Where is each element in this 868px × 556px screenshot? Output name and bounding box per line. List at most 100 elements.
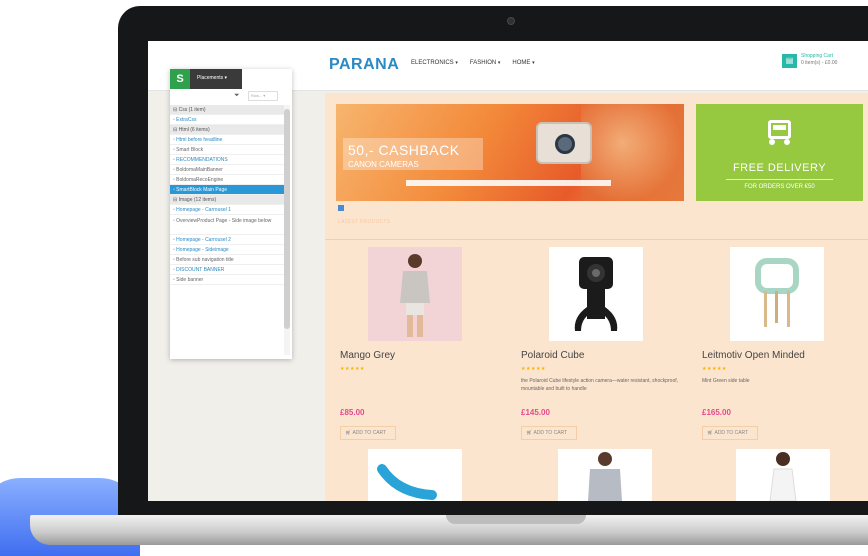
truck-wheel <box>784 139 790 145</box>
nav-fashion[interactable]: FASHION ▾ <box>470 60 501 66</box>
placements-panel: S Placements ▾ ⏷ Row... ▾ ⊟ Css (1 item)… <box>170 69 292 359</box>
placement-item[interactable]: ▫ BoldomaRecoEngine <box>170 175 284 185</box>
cart-detail: 0 item(s) - £0.00 <box>801 60 838 66</box>
product-price: £85.00 <box>340 408 365 417</box>
section-title: LATEST PRODUCTS <box>338 219 391 225</box>
add-to-cart-button[interactable]: 🛒︎ ADD TO CART <box>521 426 577 440</box>
cart-icon: 🛒︎ <box>707 430 714 436</box>
placement-label: Homepage - Carrousel 1 <box>176 207 231 213</box>
panel-title: Placements <box>197 75 224 81</box>
filter-icon[interactable]: ⏷ <box>234 92 240 100</box>
product-image[interactable] <box>730 247 824 341</box>
caret-down-icon: ▾ <box>532 60 535 66</box>
delivery-divider <box>726 179 833 180</box>
polaroid-cube-icon <box>549 247 643 341</box>
caret-down-icon: ▾ <box>497 60 501 66</box>
dress-figure-icon <box>769 452 797 501</box>
add-to-cart-label: ADD TO CART <box>714 430 749 436</box>
row-select-value: Row... <box>251 93 263 98</box>
row-select[interactable]: Row... ▾ <box>248 91 278 101</box>
placement-label: Before sub navigation title <box>176 257 234 263</box>
placement-item[interactable]: ▫ BoldomaMainBanner <box>170 165 284 175</box>
placement-label: DISCOUNT BANNER <box>176 267 225 273</box>
scrollbar-thumb[interactable] <box>284 109 290 329</box>
free-delivery-banner[interactable]: FREE DELIVERY FOR ORDERS OVER €50 <box>696 104 863 201</box>
product-image[interactable] <box>558 449 652 501</box>
placement-item[interactable]: ▫ RECOMMENDATIONS <box>170 155 284 165</box>
nav-label: ELECTRONICS <box>411 60 454 66</box>
caret-down-icon: ▾ <box>455 60 458 66</box>
product-image[interactable] <box>368 449 462 501</box>
placement-label: Css (1 item) <box>178 107 206 113</box>
placement-item[interactable]: ▫ Homepage - Carrousel 2 <box>170 235 284 245</box>
placements-list: ⊟ Css (1 item) ▫ ExtraCss ⊟ Html (6 items)… <box>170 105 284 285</box>
placement-label: Homepage - Sideimage <box>176 247 229 253</box>
product-name[interactable]: Mango Grey <box>340 350 395 361</box>
product-image[interactable] <box>549 247 643 341</box>
placement-item[interactable]: ▫ Homepage - Sideimage <box>170 245 284 255</box>
placements-dropdown[interactable]: Placements ▾ <box>197 75 227 81</box>
banner-bar <box>406 180 611 186</box>
add-to-cart-label: ADD TO CART <box>352 430 387 436</box>
store-logo[interactable]: PARANA <box>329 56 399 74</box>
placement-item[interactable]: ▫ OverviewProduct Page - Side image belo… <box>170 215 284 235</box>
panel-header: S Placements ▾ <box>170 69 242 89</box>
main-nav: ELECTRONICS ▾ FASHION ▾ HOME ▾ <box>411 60 535 66</box>
placement-item[interactable]: ▫ SmartBlock Main Page <box>170 185 284 195</box>
product-image[interactable] <box>736 449 830 501</box>
placement-item[interactable]: ▫ Before sub navigation title <box>170 255 284 265</box>
carousel-indicator[interactable] <box>338 205 344 211</box>
placement-label: Image (12 items) <box>178 197 217 203</box>
delivery-subtitle: FOR ORDERS OVER €50 <box>744 184 815 190</box>
truck-wheel <box>769 139 775 145</box>
shopping-cart[interactable]: Shopping Cart 0 item(s) - £0.00 <box>801 53 837 67</box>
product-image[interactable] <box>368 247 462 341</box>
placement-item[interactable]: ▫ ExtraCss <box>170 115 284 125</box>
stage: PARANA ELECTRONICS ▾ FASHION ▾ HOME ▾ ▤ … <box>0 0 868 556</box>
add-to-cart-button[interactable]: 🛒︎ ADD TO CART <box>702 426 758 440</box>
placement-label: Html (6 items) <box>178 127 210 133</box>
panel-logo: S <box>170 69 190 89</box>
placement-item[interactable]: ▫ Side banner <box>170 275 284 285</box>
placement-label: BoldomaRecoEngine <box>176 177 224 183</box>
rating-stars-icon: ★★★★★ <box>702 366 727 372</box>
camera-lens <box>555 134 575 154</box>
placement-group[interactable]: ⊟ Html (6 items) <box>170 125 284 135</box>
placement-item[interactable]: ▫ Smart Block <box>170 145 284 155</box>
add-to-cart-label: ADD TO CART <box>533 430 568 436</box>
placement-group[interactable]: ⊟ Image (12 items) <box>170 195 284 205</box>
blazer-figure-icon <box>368 247 462 341</box>
nav-electronics[interactable]: ELECTRONICS ▾ <box>411 60 458 66</box>
placement-group[interactable]: ⊟ Css (1 item) <box>170 105 284 115</box>
banner-photo <box>581 104 684 201</box>
placement-label: OverviewProduct Page - Side image below <box>176 218 272 224</box>
product-name[interactable]: Leitmotiv Open Minded <box>702 350 805 361</box>
nav-home[interactable]: HOME ▾ <box>512 60 534 66</box>
product-description: the Polaroid Cube lifestyle action camer… <box>521 378 679 392</box>
nav-label: FASHION <box>469 60 497 66</box>
delivery-title: FREE DELIVERY <box>732 162 827 174</box>
placement-label: RECOMMENDATIONS <box>176 157 228 163</box>
webcam-icon <box>507 17 515 25</box>
fitness-band-icon <box>377 464 437 500</box>
product-description: Mint Green side table <box>702 378 750 384</box>
nav-label: HOME <box>512 60 531 66</box>
cashback-banner[interactable]: 50,- CASHBACK CANON CAMERAS <box>336 104 684 201</box>
page-content: 50,- CASHBACK CANON CAMERAS FREE DELIVER… <box>325 93 868 501</box>
cart-icon[interactable]: ▤ <box>782 54 797 68</box>
laptop-screen: PARANA ELECTRONICS ▾ FASHION ▾ HOME ▾ ▤ … <box>148 41 868 501</box>
product-price: £165.00 <box>702 408 731 417</box>
cart-icon: 🛒︎ <box>345 430 352 436</box>
placement-label: BoldomaMainBanner <box>176 167 223 173</box>
placement-item[interactable]: ▫ Html before headline <box>170 135 284 145</box>
panel-toolbar: ⏷ Row... ▾ <box>170 89 292 103</box>
placement-label: Smart Block <box>176 147 204 153</box>
placement-item[interactable]: ▫ DISCOUNT BANNER <box>170 265 284 275</box>
cart-title: Shopping Cart <box>801 53 833 59</box>
placement-label: Html before headline <box>176 137 223 143</box>
cashback-subline: CANON CAMERAS <box>348 160 419 169</box>
section-divider <box>325 239 868 240</box>
product-name[interactable]: Polaroid Cube <box>521 350 584 361</box>
add-to-cart-button[interactable]: 🛒︎ ADD TO CART <box>340 426 396 440</box>
placement-item[interactable]: ▫ Homepage - Carrousel 1 <box>170 205 284 215</box>
